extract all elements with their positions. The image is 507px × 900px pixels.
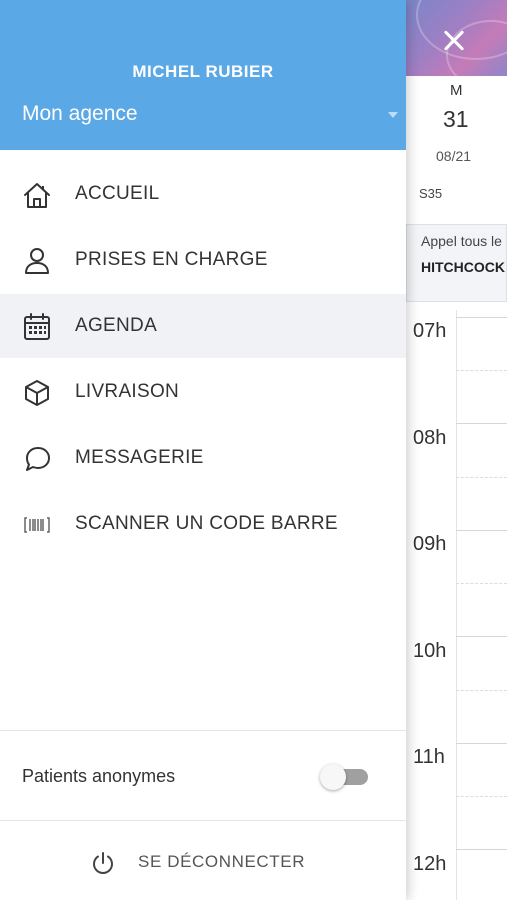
user-name: MICHEL RUBIER	[132, 62, 274, 81]
navigation-drawer: MICHEL RUBIER Mon agence ACCUEIL PRISES …	[0, 0, 406, 900]
package-icon	[25, 380, 49, 406]
chevron-down-icon	[388, 112, 398, 118]
menu-label: AGENDA	[75, 315, 158, 336]
half-hour-line	[456, 477, 507, 478]
anonymous-patients-label: Patients anonymes	[22, 766, 176, 786]
hour-label: 08h	[413, 427, 447, 449]
hour-line	[456, 743, 507, 744]
power-icon	[93, 852, 113, 874]
divider	[0, 820, 406, 821]
hour-line	[456, 530, 507, 531]
grid-divider	[456, 310, 457, 900]
menu-item-scanner-code-barre[interactable]: SCANNER UN CODE BARRE	[0, 492, 406, 556]
agency-selected-value: Mon agence	[22, 102, 138, 125]
menu-item-livraison[interactable]: LIVRAISON	[0, 360, 406, 424]
event-title: Appel tous le	[421, 233, 502, 249]
hour-line	[456, 317, 507, 318]
chat-icon	[26, 447, 50, 471]
logout-button[interactable]: SE DÉCONNECTER	[88, 842, 328, 882]
barcode-icon	[24, 517, 50, 533]
half-hour-line	[456, 796, 507, 797]
menu-label: MESSAGERIE	[75, 447, 204, 468]
person-icon	[25, 248, 49, 274]
event-patient: HITCHCOCK	[421, 259, 505, 275]
menu-label: PRISES EN CHARGE	[75, 249, 268, 270]
hour-label: 10h	[413, 640, 447, 662]
half-hour-line	[456, 583, 507, 584]
half-hour-line	[456, 690, 507, 691]
menu-item-accueil[interactable]: ACCUEIL	[0, 162, 406, 226]
day-number[interactable]: 31	[443, 106, 469, 133]
day-letter: M	[450, 82, 463, 99]
logout-label: SE DÉCONNECTER	[138, 852, 306, 871]
menu-item-agenda[interactable]: AGENDA	[0, 294, 406, 358]
toggle-knob	[320, 764, 346, 790]
agency-select[interactable]: Mon agence	[22, 100, 402, 130]
hour-label: 09h	[413, 533, 447, 555]
menu-label: SCANNER UN CODE BARRE	[75, 513, 338, 534]
divider	[0, 730, 406, 731]
anonymous-patients-toggle[interactable]	[320, 764, 370, 790]
hour-line	[456, 849, 507, 850]
hour-label: 07h	[413, 320, 447, 342]
week-label: S35	[419, 186, 443, 201]
close-icon[interactable]	[434, 20, 474, 60]
home-icon	[24, 183, 50, 208]
menu-label: LIVRAISON	[75, 381, 180, 402]
drawer-header: MICHEL RUBIER Mon agence	[0, 0, 406, 150]
calendar-icon	[24, 313, 50, 340]
hour-line	[456, 636, 507, 637]
half-hour-line	[456, 370, 507, 371]
hour-label: 12h	[413, 853, 447, 875]
hour-line	[456, 423, 507, 424]
menu-item-messagerie[interactable]: MESSAGERIE	[0, 426, 406, 490]
day-date: 08/21	[436, 148, 472, 164]
menu-label: ACCUEIL	[75, 183, 160, 204]
menu-item-prises-en-charge[interactable]: PRISES EN CHARGE	[0, 228, 406, 292]
event-card[interactable]: Appel tous le HITCHCOCK	[406, 224, 507, 302]
hour-label: 11h	[413, 746, 445, 768]
